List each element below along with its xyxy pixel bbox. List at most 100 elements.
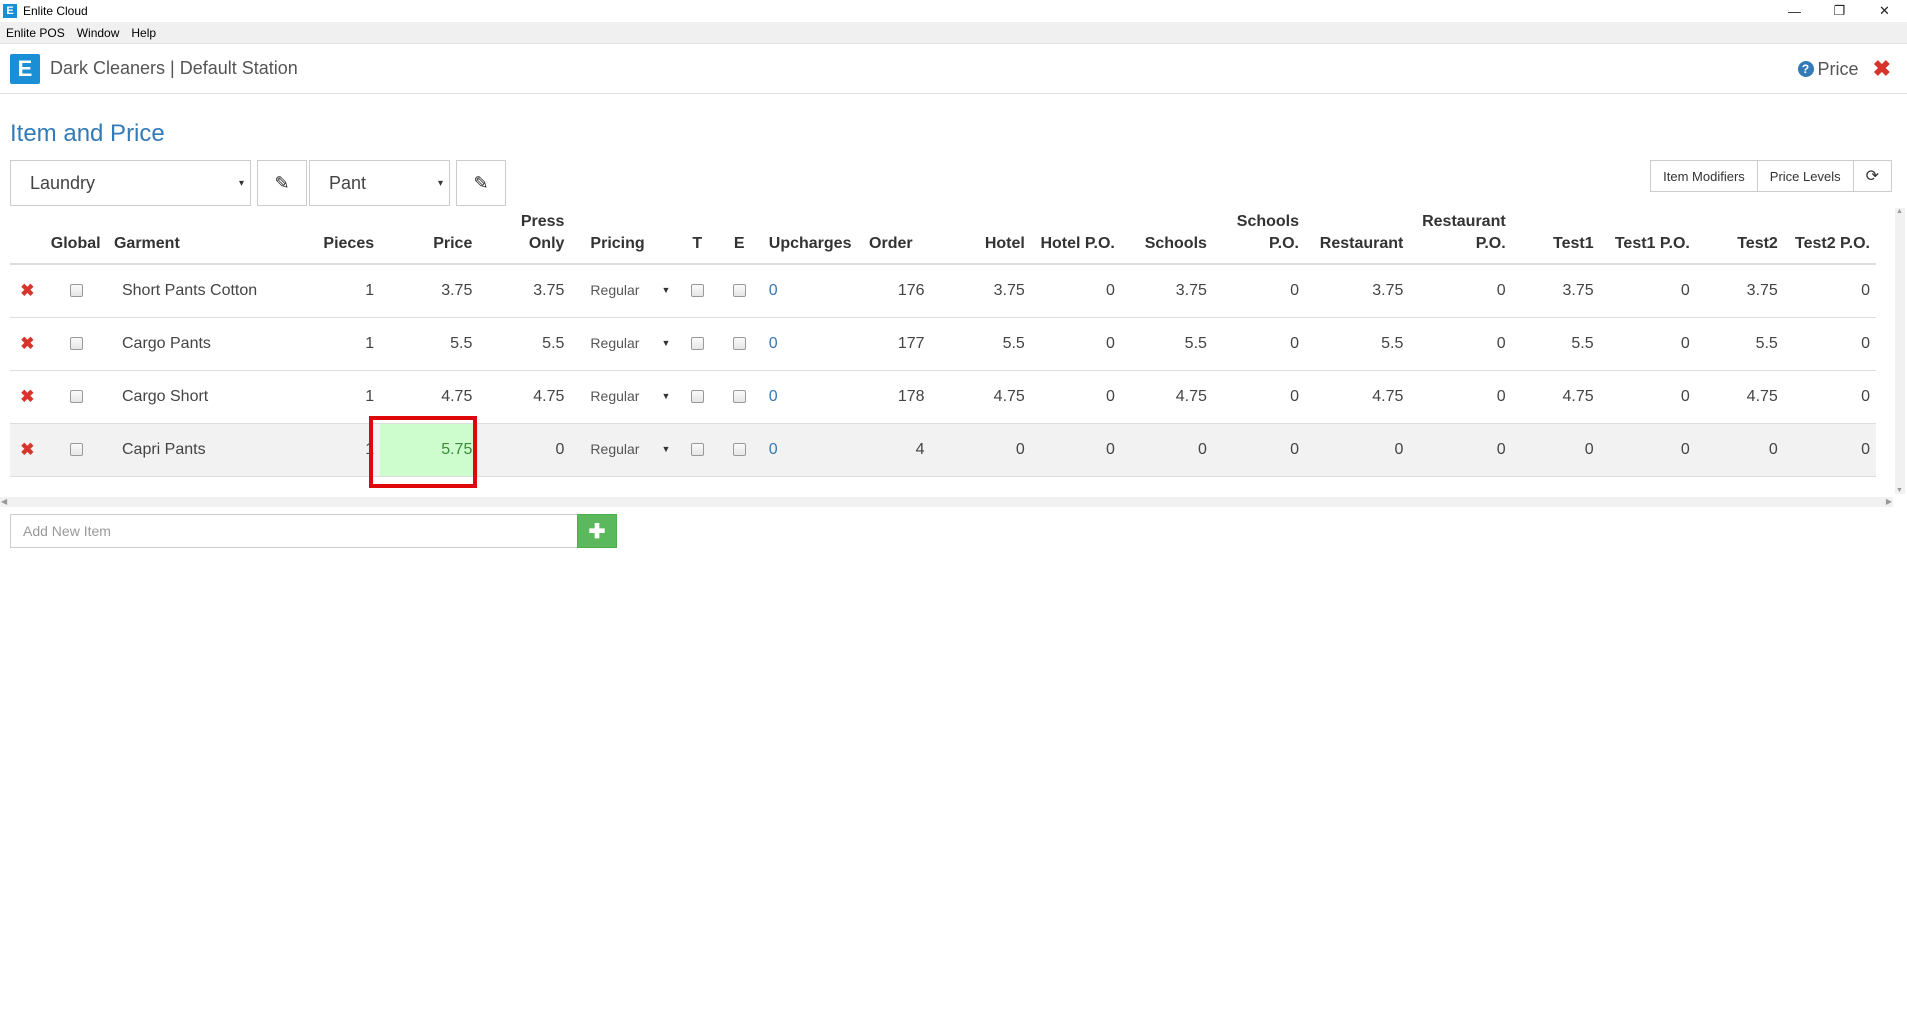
refresh-icon[interactable]: ⟳: [1852, 160, 1892, 192]
test2-cell[interactable]: 0: [1695, 423, 1784, 477]
price-cell[interactable]: 5.75: [380, 423, 479, 477]
price-levels-button[interactable]: Price Levels: [1756, 160, 1854, 192]
table-row[interactable]: ✖ Short Pants Cotton 1 3.75 3.75 Regular ▼ 0 176…: [10, 264, 1876, 318]
pricing-select[interactable]: Regular ▼: [590, 282, 670, 298]
restaurant-po-cell[interactable]: 0: [1409, 423, 1512, 477]
delete-icon[interactable]: ✖: [20, 387, 34, 406]
delete-icon[interactable]: ✖: [20, 281, 34, 300]
test2-po-cell[interactable]: 0: [1783, 370, 1876, 424]
menu-help[interactable]: Help: [125, 26, 162, 40]
table-row[interactable]: ✖ Cargo Short 1 4.75 4.75 Regular ▼ 0 178 4.75 0 4.…: [10, 370, 1876, 424]
col-test2-po[interactable]: Test2 P.O.: [1783, 205, 1876, 265]
e-checkbox[interactable]: [732, 284, 746, 298]
schools-po-cell[interactable]: 0: [1212, 423, 1305, 477]
col-order[interactable]: Order: [863, 205, 931, 265]
garment-cell[interactable]: Short Pants Cotton: [107, 264, 309, 318]
restaurant-cell[interactable]: 5.5: [1305, 317, 1410, 371]
t-checkbox[interactable]: [690, 389, 704, 403]
col-restaurant-po[interactable]: Restaurant P.O.: [1409, 205, 1512, 265]
close-window-icon[interactable]: ✕: [1862, 0, 1907, 22]
horizontal-scrollbar[interactable]: ◀ ▶: [0, 497, 1893, 507]
pricing-select[interactable]: Regular ▼: [590, 388, 670, 404]
price-help-link[interactable]: ? Price: [1797, 59, 1859, 80]
t-checkbox[interactable]: [690, 336, 704, 350]
order-cell[interactable]: 177: [863, 317, 931, 371]
hotel-cell[interactable]: 4.75: [930, 370, 1031, 424]
garment-cell[interactable]: Cargo Short: [107, 370, 309, 424]
edit-category-button[interactable]: ✎: [456, 160, 506, 206]
minimize-icon[interactable]: —: [1772, 0, 1817, 22]
test2-po-cell[interactable]: 0: [1783, 264, 1876, 318]
test1-cell[interactable]: 5.5: [1511, 317, 1600, 371]
pieces-cell[interactable]: 1: [308, 264, 381, 318]
item-modifiers-button[interactable]: Item Modifiers: [1650, 160, 1758, 192]
vertical-scrollbar[interactable]: ▲ ▼: [1895, 208, 1905, 494]
global-checkbox[interactable]: [69, 336, 83, 350]
department-select[interactable]: Laundry ▾: [10, 160, 251, 206]
t-checkbox[interactable]: [690, 284, 704, 298]
col-schools[interactable]: Schools: [1120, 205, 1213, 265]
col-price[interactable]: Price: [380, 205, 479, 265]
col-schools-po[interactable]: Schools P.O.: [1212, 205, 1305, 265]
test1-po-cell[interactable]: 0: [1599, 370, 1696, 424]
test1-po-cell[interactable]: 0: [1599, 317, 1696, 371]
menu-window[interactable]: Window: [71, 26, 126, 40]
col-test1-po[interactable]: Test1 P.O.: [1599, 205, 1696, 265]
schools-cell[interactable]: 5.5: [1120, 317, 1213, 371]
pricing-select[interactable]: Regular ▼: [590, 335, 670, 351]
garment-cell[interactable]: Cargo Pants: [107, 317, 309, 371]
delete-icon[interactable]: ✖: [20, 440, 34, 459]
col-t[interactable]: T: [678, 205, 716, 265]
schools-po-cell[interactable]: 0: [1212, 317, 1305, 371]
global-checkbox[interactable]: [69, 284, 83, 298]
hotel-cell[interactable]: 5.5: [930, 317, 1031, 371]
hotel-po-cell[interactable]: 0: [1030, 423, 1121, 477]
test1-cell[interactable]: 3.75: [1511, 264, 1600, 318]
edit-department-button[interactable]: ✎: [257, 160, 307, 206]
pricing-select[interactable]: Regular ▼: [590, 441, 670, 457]
add-item-button[interactable]: ✚: [577, 514, 617, 548]
col-hotel-po[interactable]: Hotel P.O.: [1030, 205, 1121, 265]
global-checkbox[interactable]: [69, 389, 83, 403]
order-cell[interactable]: 4: [863, 423, 931, 477]
delete-icon[interactable]: ✖: [20, 334, 34, 353]
schools-cell[interactable]: 0: [1120, 423, 1213, 477]
table-row[interactable]: ✖ Capri Pants 1 5.75 0 Regular ▼ 0 4 0 0 0 0 0 0 0 0 0 0: [10, 423, 1876, 477]
upcharges-link[interactable]: 0: [769, 388, 778, 405]
schools-po-cell[interactable]: 0: [1212, 264, 1305, 318]
test2-po-cell[interactable]: 0: [1783, 423, 1876, 477]
e-checkbox[interactable]: [732, 336, 746, 350]
schools-cell[interactable]: 3.75: [1120, 264, 1213, 318]
restaurant-cell[interactable]: 3.75: [1305, 264, 1410, 318]
price-cell[interactable]: 4.75: [380, 370, 479, 424]
close-page-icon[interactable]: ✖: [1873, 56, 1891, 82]
brand-logo[interactable]: E: [10, 53, 40, 84]
price-cell[interactable]: 5.5: [380, 317, 479, 371]
restaurant-cell[interactable]: 0: [1305, 423, 1410, 477]
col-test1[interactable]: Test1: [1511, 205, 1600, 265]
price-cell[interactable]: 3.75: [380, 264, 479, 318]
pieces-cell[interactable]: 1: [308, 317, 381, 371]
table-row[interactable]: ✖ Cargo Pants 1 5.5 5.5 Regular ▼ 0 177 5.5 0 5.5 0 5…: [10, 317, 1876, 371]
hotel-po-cell[interactable]: 0: [1030, 370, 1121, 424]
hotel-po-cell[interactable]: 0: [1030, 264, 1121, 318]
hotel-po-cell[interactable]: 0: [1030, 317, 1121, 371]
scroll-up-icon[interactable]: ▲: [1896, 208, 1903, 215]
scroll-left-icon[interactable]: ◀: [1, 497, 7, 506]
test2-cell[interactable]: 3.75: [1695, 264, 1784, 318]
schools-cell[interactable]: 4.75: [1120, 370, 1213, 424]
pieces-cell[interactable]: 1: [308, 423, 381, 477]
col-global[interactable]: Global: [44, 205, 108, 265]
category-select[interactable]: Pant ▾: [309, 160, 450, 206]
test1-po-cell[interactable]: 0: [1599, 423, 1696, 477]
col-test2[interactable]: Test2: [1695, 205, 1784, 265]
col-garment[interactable]: Garment: [107, 205, 309, 265]
scroll-down-icon[interactable]: ▼: [1896, 487, 1903, 494]
test2-cell[interactable]: 5.5: [1695, 317, 1784, 371]
e-checkbox[interactable]: [732, 389, 746, 403]
upcharges-link[interactable]: 0: [769, 335, 778, 352]
restaurant-po-cell[interactable]: 0: [1409, 264, 1512, 318]
press-only-cell[interactable]: 5.5: [478, 317, 571, 371]
add-new-item-input[interactable]: [10, 514, 578, 548]
pieces-cell[interactable]: 1: [308, 370, 381, 424]
